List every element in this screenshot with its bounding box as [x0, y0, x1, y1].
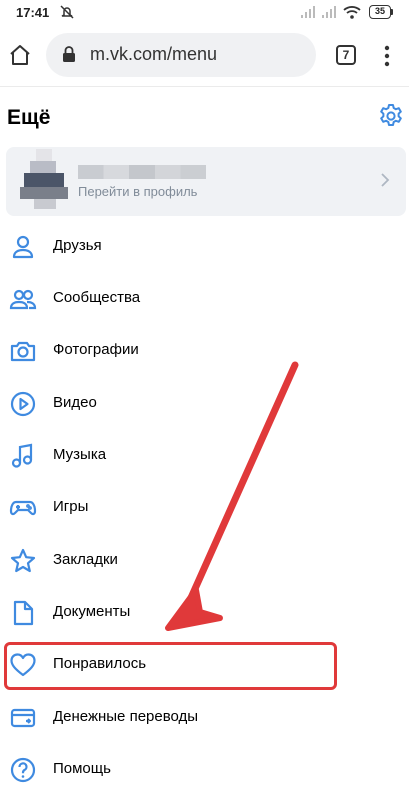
battery-indicator: 35: [369, 5, 391, 19]
menu-item-money-transfers[interactable]: Денежные переводы: [0, 692, 409, 744]
camera-icon: [10, 341, 36, 362]
signal-icon-2: [322, 6, 336, 18]
profile-link-text: Перейти в профиль: [78, 184, 198, 199]
profile-name-blurred: [78, 165, 206, 179]
gamepad-icon: [9, 500, 37, 516]
communities-icon: [9, 289, 37, 310]
battery-tip: [391, 9, 393, 15]
menu-item-music[interactable]: Музыка: [0, 430, 409, 482]
profile-card[interactable]: Перейти в профиль: [6, 147, 406, 216]
menu-label: Денежные переводы: [53, 708, 199, 725]
avatar: [20, 149, 68, 209]
document-icon: [13, 600, 34, 626]
menu-label: Друзья: [53, 237, 102, 254]
star-icon: [10, 548, 36, 573]
menu-item-documents[interactable]: Документы: [0, 587, 409, 639]
highlight-annotation-box: [4, 642, 337, 690]
more-options-icon[interactable]: [384, 45, 390, 67]
status-time: 17:41: [16, 5, 50, 20]
menu-label: Музыка: [53, 446, 107, 463]
menu-label: Игры: [53, 498, 89, 515]
music-note-icon: [11, 443, 33, 468]
menu-label: Документы: [53, 603, 131, 620]
menu-label: Закладки: [53, 551, 118, 568]
lock-icon: [63, 46, 75, 62]
address-bar[interactable]: m.vk.com/menu: [46, 33, 316, 77]
status-bar: 17:41 35: [0, 0, 409, 26]
menu-label: Фотографии: [53, 341, 139, 358]
page-title: Ещё: [7, 106, 51, 129]
do-not-disturb-icon: [60, 5, 74, 19]
chevron-right-icon: [381, 173, 390, 187]
tabs-button[interactable]: 7: [336, 45, 356, 65]
help-icon: [10, 757, 36, 783]
browser-toolbar: m.vk.com/menu 7: [0, 26, 409, 87]
menu-item-bookmarks[interactable]: Закладки: [0, 535, 409, 587]
menu-item-photos[interactable]: Фотографии: [0, 325, 409, 377]
menu-item-help[interactable]: Помощь: [0, 744, 409, 796]
signal-icon: [301, 6, 315, 18]
video-play-icon: [10, 391, 36, 417]
menu-item-games[interactable]: Игры: [0, 482, 409, 534]
gear-icon[interactable]: [378, 103, 404, 129]
url-text: m.vk.com/menu: [90, 44, 218, 64]
menu-item-friends[interactable]: Друзья: [0, 221, 409, 273]
friend-icon: [12, 235, 34, 259]
menu-label: Помощь: [53, 760, 111, 777]
home-icon[interactable]: [8, 43, 32, 67]
menu-item-video[interactable]: Видео: [0, 378, 409, 430]
menu-label: Сообщества: [53, 289, 141, 306]
menu-item-communities[interactable]: Сообщества: [0, 273, 409, 325]
wifi-icon: [343, 6, 361, 19]
menu-label: Видео: [53, 394, 97, 411]
money-card-icon: [10, 708, 36, 728]
